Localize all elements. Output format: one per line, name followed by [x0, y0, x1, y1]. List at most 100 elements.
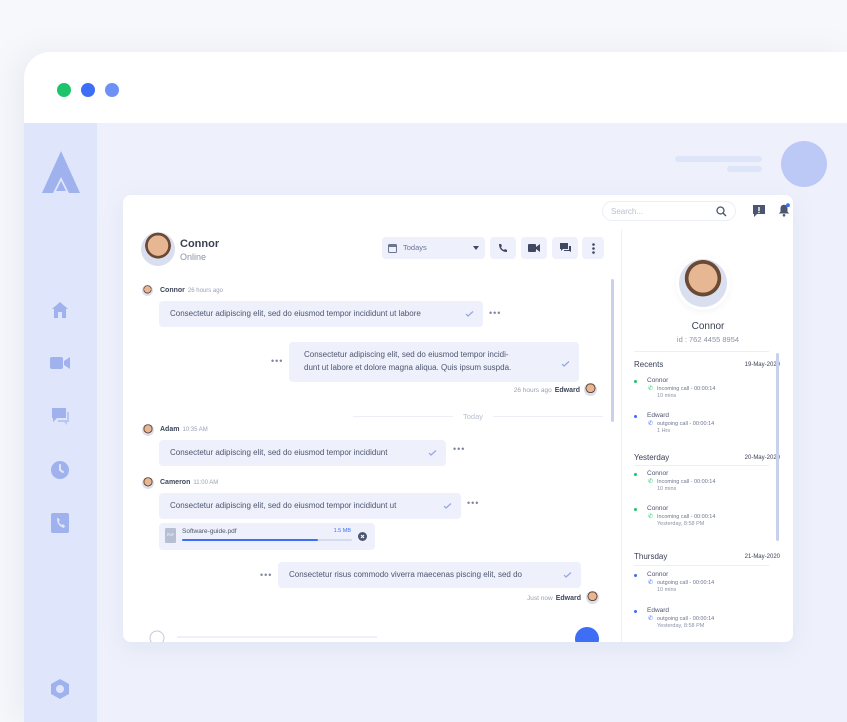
video-call-button[interactable]	[521, 237, 547, 259]
contact-status: Online	[180, 252, 207, 262]
status-dot	[634, 508, 637, 511]
file-attachment[interactable]: PDF Software-guide.pdf 1.5 MB	[159, 523, 375, 550]
message-time: 26 hours ago	[513, 387, 552, 394]
divider-line	[353, 416, 453, 417]
call-duration: 10 mins	[657, 486, 677, 492]
vertical-dots-icon	[591, 242, 595, 254]
profile-name: Connor	[691, 321, 725, 332]
decorative-bar	[675, 156, 762, 162]
upload-progress-fill	[182, 539, 318, 541]
caller-name: Connor	[647, 470, 669, 477]
search-input[interactable]	[611, 205, 711, 217]
call-info: outgoing call - 00:00:14	[657, 616, 715, 622]
message-input[interactable]	[177, 636, 377, 638]
date-divider-label: Today	[463, 412, 484, 421]
message-more-button[interactable]: •••	[489, 308, 501, 318]
message-more-button[interactable]: •••	[271, 356, 283, 366]
message-bubble[interactable]: Consectetur risus commodo viverra maecen…	[278, 562, 581, 588]
caller-name: Edward	[647, 412, 670, 419]
message-bubble[interactable]: Consectetur adipiscing elit, sed do eius…	[159, 301, 483, 327]
read-check-icon	[563, 572, 572, 578]
message-text: Consectetur adipiscing elit, sed do eius…	[170, 448, 388, 457]
call-duration: Yesterday, 8:58 PM	[657, 521, 705, 527]
message-text-line: Consectetur adipiscing elit, sed do eius…	[304, 350, 509, 359]
message-bubble[interactable]: Consectetur adipiscing elit, sed do eius…	[159, 440, 446, 466]
chat-bubbles-button[interactable]	[552, 237, 578, 259]
contact-avatar[interactable]	[141, 232, 175, 266]
home-icon[interactable]	[49, 299, 71, 321]
sender-name: Edward	[554, 387, 580, 394]
phone-icon: ✆	[648, 616, 654, 622]
call-info: Incoming call - 00:00:14	[657, 386, 716, 392]
sender-avatar	[142, 285, 153, 296]
conversation-header: Connor Online Todays	[123, 229, 620, 279]
window-dot-blue[interactable]	[81, 83, 95, 97]
message-more-button[interactable]: •••	[260, 570, 272, 580]
call-log-scrollbar[interactable]	[776, 353, 779, 541]
phone-icon	[499, 244, 507, 252]
message-alert-icon[interactable]	[752, 204, 766, 218]
notification-bell-icon[interactable]	[777, 203, 791, 217]
call-duration: 1 Hrs	[657, 428, 671, 434]
call-duration: 10 mins	[657, 393, 677, 399]
date-filter-select[interactable]: Todays	[382, 237, 485, 259]
section-divider	[634, 351, 769, 352]
caller-name: Connor	[647, 571, 669, 578]
section-divider	[634, 565, 769, 566]
read-check-icon	[561, 361, 570, 367]
send-button[interactable]	[575, 627, 599, 642]
message-time: Just now	[527, 595, 553, 602]
read-check-icon	[465, 311, 474, 317]
message-text-line: dunt ut labore et dolore magna aliqua. Q…	[304, 363, 512, 372]
message-bubble[interactable]: Consectetur adipiscing elit, sed do eius…	[289, 342, 579, 382]
workspace: Connor Online Todays	[24, 123, 847, 722]
phone-icon: ✆	[648, 514, 654, 520]
chat-bubbles-icon	[559, 243, 571, 252]
contacts-phone-icon[interactable]	[49, 512, 71, 534]
message-composer[interactable]	[137, 627, 607, 642]
call-info: Incoming call - 00:00:14	[657, 479, 716, 485]
message-more-button[interactable]: •••	[467, 498, 479, 508]
video-camera-icon	[528, 244, 540, 252]
decorative-bar-short	[727, 166, 762, 172]
chat-icon[interactable]	[49, 405, 71, 427]
search-box[interactable]	[602, 201, 736, 221]
phone-icon: ✆	[648, 580, 654, 586]
message-meta: Cameron 11:00 AM	[160, 479, 218, 486]
message-more-button[interactable]: •••	[453, 444, 465, 454]
message-bubble[interactable]: Consectetur adipiscing elit, sed do eius…	[159, 493, 461, 519]
message-time: 11:00 AM	[193, 480, 219, 486]
window-dot-light-blue[interactable]	[105, 83, 119, 97]
video-icon[interactable]	[49, 352, 71, 374]
section-date: 21-May-2020	[744, 554, 780, 560]
message-meta: 26 hours ago Edward	[453, 387, 580, 394]
sender-name: Connor	[160, 287, 185, 294]
profile-avatar-placeholder[interactable]	[781, 141, 827, 187]
profile-avatar[interactable]	[679, 259, 727, 307]
status-dot	[634, 380, 637, 383]
add-attachment-icon[interactable]	[149, 630, 165, 642]
clock-icon[interactable]	[49, 459, 71, 481]
settings-hexagon-icon[interactable]	[49, 678, 71, 700]
caller-name: Edward	[647, 607, 670, 614]
search-icon[interactable]	[716, 206, 727, 217]
call-duration: 10 mins	[657, 587, 677, 593]
caller-name: Connor	[647, 505, 669, 512]
cancel-upload-icon[interactable]	[358, 532, 367, 541]
more-options-button[interactable]	[582, 237, 604, 259]
phone-icon: ✆	[648, 479, 654, 485]
status-dot	[634, 610, 637, 613]
window-dot-green[interactable]	[57, 83, 71, 97]
call-duration: Yesterday, 8:58 PM	[657, 623, 705, 629]
sidebar-rail	[24, 123, 97, 722]
phone-icon: ✆	[648, 421, 654, 427]
upload-progress-track	[182, 539, 352, 541]
read-check-icon	[428, 450, 437, 456]
sender-name: Cameron	[160, 479, 191, 486]
divider-line	[493, 416, 603, 417]
section-title: Yesterday	[634, 453, 670, 462]
sender-avatar	[584, 383, 597, 396]
voice-call-button[interactable]	[490, 237, 516, 259]
message-time: 26 hours ago	[187, 288, 223, 294]
pdf-file-icon: PDF	[165, 528, 176, 543]
